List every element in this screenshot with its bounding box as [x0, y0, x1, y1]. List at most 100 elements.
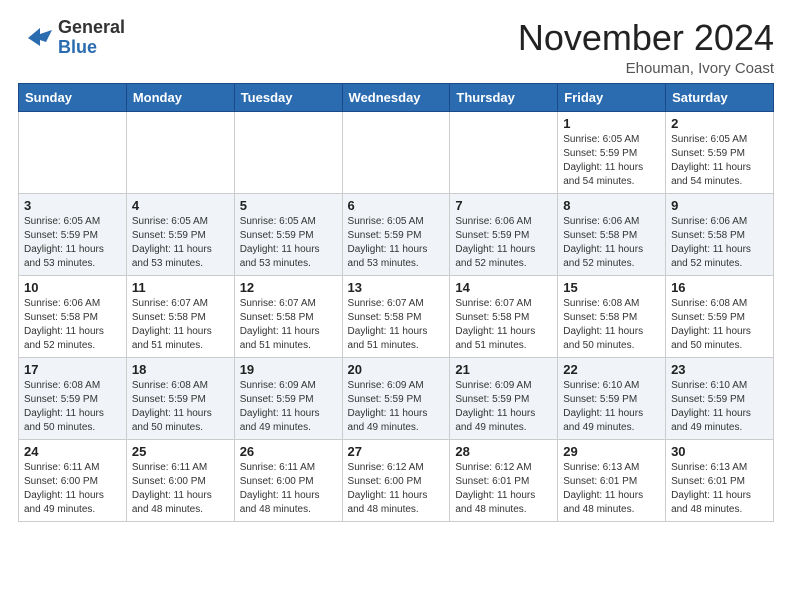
calendar-cell: 15 Sunrise: 6:08 AMSunset: 5:58 PMDayligh…	[558, 275, 666, 357]
day-info: Sunrise: 6:06 AMSunset: 5:58 PMDaylight:…	[24, 297, 121, 353]
calendar-cell: 30 Sunrise: 6:13 AMSunset: 6:01 PMDayligh…	[666, 439, 774, 521]
day-number: 19	[240, 362, 337, 377]
calendar-header: SundayMondayTuesdayWednesdayThursdayFrid…	[19, 83, 774, 111]
day-info: Sunrise: 6:05 AMSunset: 5:59 PMDaylight:…	[671, 133, 768, 189]
location: Ehouman, Ivory Coast	[518, 60, 774, 77]
calendar-cell: 12 Sunrise: 6:07 AMSunset: 5:58 PMDayligh…	[234, 275, 342, 357]
calendar-cell: 6 Sunrise: 6:05 AMSunset: 5:59 PMDaylight…	[342, 193, 450, 275]
day-number: 11	[132, 280, 229, 295]
day-info: Sunrise: 6:08 AMSunset: 5:59 PMDaylight:…	[132, 379, 229, 435]
day-number: 12	[240, 280, 337, 295]
day-info: Sunrise: 6:10 AMSunset: 5:59 PMDaylight:…	[563, 379, 660, 435]
weekday-header: Thursday	[450, 83, 558, 111]
day-info: Sunrise: 6:13 AMSunset: 6:01 PMDaylight:…	[671, 461, 768, 517]
calendar-cell: 16 Sunrise: 6:08 AMSunset: 5:59 PMDayligh…	[666, 275, 774, 357]
day-number: 10	[24, 280, 121, 295]
calendar-cell	[19, 111, 127, 193]
day-number: 16	[671, 280, 768, 295]
day-info: Sunrise: 6:08 AMSunset: 5:59 PMDaylight:…	[24, 379, 121, 435]
day-number: 2	[671, 116, 768, 131]
day-info: Sunrise: 6:12 AMSunset: 6:01 PMDaylight:…	[455, 461, 552, 517]
calendar-cell: 17 Sunrise: 6:08 AMSunset: 5:59 PMDayligh…	[19, 357, 127, 439]
calendar-cell: 8Sunrise: 6:06 AMSunset: 5:58 PMDaylight…	[558, 193, 666, 275]
weekday-row: SundayMondayTuesdayWednesdayThursdayFrid…	[19, 83, 774, 111]
calendar-cell: 3 Sunrise: 6:05 AMSunset: 5:59 PMDaylight…	[19, 193, 127, 275]
calendar-cell: 21 Sunrise: 6:09 AMSunset: 5:59 PMDayligh…	[450, 357, 558, 439]
day-info: Sunrise: 6:05 AMSunset: 5:59 PMDaylight:…	[240, 215, 337, 271]
day-number: 20	[348, 362, 445, 377]
day-number: 23	[671, 362, 768, 377]
day-number: 1	[563, 116, 660, 131]
day-info: Sunrise: 6:05 AMSunset: 5:59 PMDaylight:…	[563, 133, 660, 189]
day-number: 17	[24, 362, 121, 377]
calendar-cell: 11 Sunrise: 6:07 AMSunset: 5:58 PMDayligh…	[126, 275, 234, 357]
calendar-cell: 14Sunrise: 6:07 AMSunset: 5:58 PMDayligh…	[450, 275, 558, 357]
calendar-cell	[450, 111, 558, 193]
day-info: Sunrise: 6:09 AMSunset: 5:59 PMDaylight:…	[240, 379, 337, 435]
day-number: 18	[132, 362, 229, 377]
day-info: Sunrise: 6:05 AMSunset: 5:59 PMDaylight:…	[348, 215, 445, 271]
day-number: 3	[24, 198, 121, 213]
calendar-week: 10 Sunrise: 6:06 AMSunset: 5:58 PMDayligh…	[19, 275, 774, 357]
title-block: November 2024 Ehouman, Ivory Coast	[518, 18, 774, 77]
day-number: 9	[671, 198, 768, 213]
weekday-header: Wednesday	[342, 83, 450, 111]
logo-text: General Blue	[58, 18, 125, 58]
day-number: 5	[240, 198, 337, 213]
weekday-header: Tuesday	[234, 83, 342, 111]
day-number: 22	[563, 362, 660, 377]
day-info: Sunrise: 6:05 AMSunset: 5:59 PMDaylight:…	[132, 215, 229, 271]
calendar-cell	[234, 111, 342, 193]
logo-blue-text: Blue	[58, 38, 125, 58]
calendar-cell: 23Sunrise: 6:10 AMSunset: 5:59 PMDayligh…	[666, 357, 774, 439]
calendar-cell: 18 Sunrise: 6:08 AMSunset: 5:59 PMDayligh…	[126, 357, 234, 439]
weekday-header: Saturday	[666, 83, 774, 111]
calendar-cell: 29 Sunrise: 6:13 AMSunset: 6:01 PMDayligh…	[558, 439, 666, 521]
calendar: SundayMondayTuesdayWednesdayThursdayFrid…	[18, 83, 774, 522]
day-info: Sunrise: 6:13 AMSunset: 6:01 PMDaylight:…	[563, 461, 660, 517]
logo: General Blue	[18, 18, 125, 58]
day-info: Sunrise: 6:08 AMSunset: 5:59 PMDaylight:…	[671, 297, 768, 353]
calendar-cell: 27 Sunrise: 6:12 AMSunset: 6:00 PMDayligh…	[342, 439, 450, 521]
day-info: Sunrise: 6:05 AMSunset: 5:59 PMDaylight:…	[24, 215, 121, 271]
day-number: 27	[348, 444, 445, 459]
calendar-cell: 26Sunrise: 6:11 AMSunset: 6:00 PMDayligh…	[234, 439, 342, 521]
day-number: 15	[563, 280, 660, 295]
calendar-cell: 19 Sunrise: 6:09 AMSunset: 5:59 PMDayligh…	[234, 357, 342, 439]
weekday-header: Sunday	[19, 83, 127, 111]
calendar-cell: 1 Sunrise: 6:05 AMSunset: 5:59 PMDaylight…	[558, 111, 666, 193]
calendar-cell: 4Sunrise: 6:05 AMSunset: 5:59 PMDaylight…	[126, 193, 234, 275]
calendar-cell: 24 Sunrise: 6:11 AMSunset: 6:00 PMDayligh…	[19, 439, 127, 521]
logo-icon	[18, 20, 54, 56]
calendar-cell: 5 Sunrise: 6:05 AMSunset: 5:59 PMDaylight…	[234, 193, 342, 275]
calendar-cell: 13Sunrise: 6:07 AMSunset: 5:58 PMDayligh…	[342, 275, 450, 357]
calendar-week: 17 Sunrise: 6:08 AMSunset: 5:59 PMDayligh…	[19, 357, 774, 439]
day-info: Sunrise: 6:09 AMSunset: 5:59 PMDaylight:…	[455, 379, 552, 435]
header: General Blue November 2024 Ehouman, Ivor…	[18, 18, 774, 77]
month-title: November 2024	[518, 18, 774, 58]
calendar-cell: 20 Sunrise: 6:09 AMSunset: 5:59 PMDayligh…	[342, 357, 450, 439]
day-number: 21	[455, 362, 552, 377]
day-info: Sunrise: 6:06 AMSunset: 5:59 PMDaylight:…	[455, 215, 552, 271]
day-info: Sunrise: 6:06 AMSunset: 5:58 PMDaylight:…	[563, 215, 660, 271]
day-number: 24	[24, 444, 121, 459]
calendar-cell	[342, 111, 450, 193]
day-info: Sunrise: 6:11 AMSunset: 6:00 PMDaylight:…	[240, 461, 337, 517]
day-number: 14	[455, 280, 552, 295]
calendar-week: 1 Sunrise: 6:05 AMSunset: 5:59 PMDaylight…	[19, 111, 774, 193]
day-info: Sunrise: 6:07 AMSunset: 5:58 PMDaylight:…	[132, 297, 229, 353]
calendar-cell: 9 Sunrise: 6:06 AMSunset: 5:58 PMDaylight…	[666, 193, 774, 275]
day-number: 29	[563, 444, 660, 459]
day-info: Sunrise: 6:09 AMSunset: 5:59 PMDaylight:…	[348, 379, 445, 435]
day-info: Sunrise: 6:07 AMSunset: 5:58 PMDaylight:…	[240, 297, 337, 353]
day-info: Sunrise: 6:11 AMSunset: 6:00 PMDaylight:…	[24, 461, 121, 517]
calendar-cell	[126, 111, 234, 193]
day-number: 6	[348, 198, 445, 213]
day-info: Sunrise: 6:11 AMSunset: 6:00 PMDaylight:…	[132, 461, 229, 517]
day-info: Sunrise: 6:12 AMSunset: 6:00 PMDaylight:…	[348, 461, 445, 517]
day-info: Sunrise: 6:06 AMSunset: 5:58 PMDaylight:…	[671, 215, 768, 271]
day-number: 13	[348, 280, 445, 295]
day-number: 25	[132, 444, 229, 459]
day-number: 30	[671, 444, 768, 459]
day-info: Sunrise: 6:08 AMSunset: 5:58 PMDaylight:…	[563, 297, 660, 353]
